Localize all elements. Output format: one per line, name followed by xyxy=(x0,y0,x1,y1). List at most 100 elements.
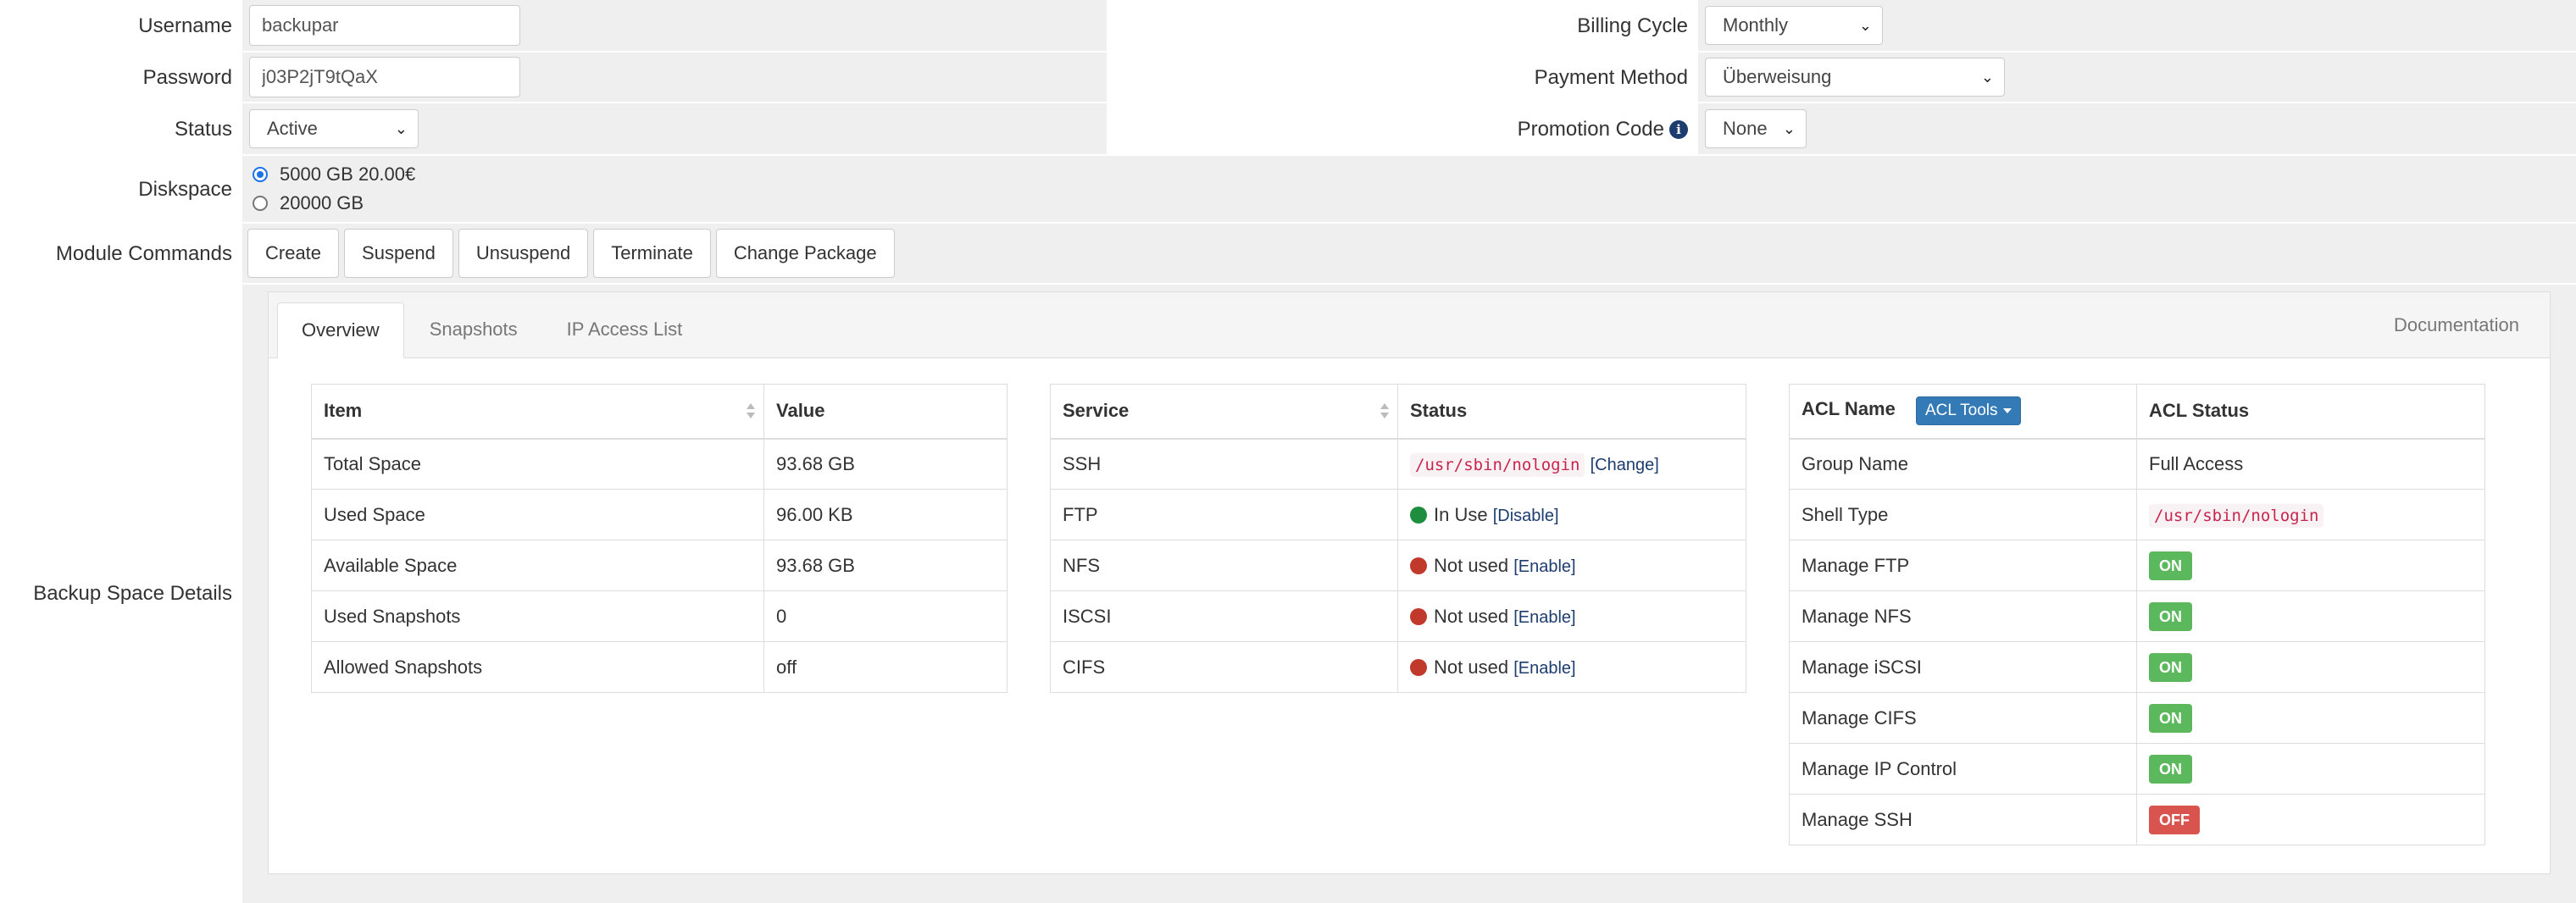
billing-cycle-select[interactable]: Monthly ⌄ xyxy=(1705,6,1883,45)
terminate-button[interactable]: Terminate xyxy=(593,229,711,278)
info-circle-icon[interactable]: i xyxy=(1669,120,1688,139)
table-row: Manage IP Control ON xyxy=(1789,743,2485,795)
diskspace-option-label: 20000 GB xyxy=(280,192,364,213)
module-commands-label: Module Commands xyxy=(0,224,242,285)
acl-status-cell: ON xyxy=(2136,540,2485,591)
shell-path: /usr/sbin/nologin xyxy=(1410,452,1585,477)
shell-path: /usr/sbin/nologin xyxy=(2149,503,2324,528)
enable-link[interactable]: [Enable] xyxy=(1513,608,1575,627)
on-badge[interactable]: ON xyxy=(2149,703,2192,733)
tab-overview[interactable]: Overview xyxy=(277,302,404,358)
status-select[interactable]: Active ⌄ xyxy=(249,109,419,148)
diskspace-cell: 5000 GB 20.00€ 20000 GB xyxy=(242,156,2576,224)
status-value: Active xyxy=(267,118,318,139)
billing-cycle-cell: Monthly ⌄ xyxy=(1698,0,2576,53)
column-header-service[interactable]: Service xyxy=(1050,384,1398,440)
password-input[interactable] xyxy=(249,57,520,97)
service-cell: CIFS xyxy=(1050,641,1398,693)
tab-bar: Overview Snapshots IP Access List Docume… xyxy=(269,292,2550,358)
row-diskspace: Diskspace 5000 GB 20.00€ 20000 GB xyxy=(0,156,2576,224)
backup-space-panel-wrap: Overview Snapshots IP Access List Docume… xyxy=(242,285,2576,903)
item-cell: Used Space xyxy=(311,489,764,540)
status-cell: /usr/sbin/nologin [Change] xyxy=(1397,438,1746,490)
row-password: Password Payment Method Überweisung ⌄ xyxy=(0,53,2576,103)
status-cell: Not used [Enable] xyxy=(1397,540,1746,591)
acl-name-cell: Shell Type xyxy=(1789,489,2137,540)
value-cell: 96.00 KB xyxy=(763,489,1008,540)
change-package-button[interactable]: Change Package xyxy=(715,229,895,278)
payment-method-cell: Überweisung ⌄ xyxy=(1698,53,2576,103)
on-badge[interactable]: ON xyxy=(2149,754,2192,784)
unsuspend-button[interactable]: Unsuspend xyxy=(458,229,589,278)
status-cell: In Use [Disable] xyxy=(1397,489,1746,540)
table-row: Used Space 96.00 KB xyxy=(311,489,1008,540)
value-cell: 0 xyxy=(763,590,1008,642)
diskspace-option[interactable]: 20000 GB xyxy=(249,189,364,218)
table-row: FTP In Use [Disable] xyxy=(1050,489,1746,540)
overview-table: Item Value Total Space 93.68 GB Used Spa… xyxy=(311,384,1008,693)
username-label: Username xyxy=(0,0,242,53)
value-cell: off xyxy=(763,641,1008,693)
enable-link[interactable]: [Enable] xyxy=(1513,557,1575,576)
column-header-value: Value xyxy=(763,384,1008,440)
chevron-down-icon: ⌄ xyxy=(1980,68,1994,86)
acl-status-cell: ON xyxy=(2136,743,2485,795)
column-header-status: Status xyxy=(1397,384,1746,440)
on-badge[interactable]: ON xyxy=(2149,551,2192,580)
value-cell: 93.68 GB xyxy=(763,540,1008,591)
column-header-item[interactable]: Item xyxy=(311,384,764,440)
value-cell: 93.68 GB xyxy=(763,438,1008,490)
acl-status-cell: ON xyxy=(2136,692,2485,744)
create-button[interactable]: Create xyxy=(247,229,340,278)
payment-method-select[interactable]: Überweisung ⌄ xyxy=(1705,58,2005,97)
table-row: Group Name Full Access xyxy=(1789,438,2485,490)
tab-documentation[interactable]: Documentation xyxy=(2394,292,2519,358)
tab-ip-access-list[interactable]: IP Access List xyxy=(543,302,707,357)
acl-status-cell: /usr/sbin/nologin xyxy=(2136,489,2485,540)
tab-snapshots[interactable]: Snapshots xyxy=(406,302,541,357)
promotion-code-label: Promotion Code xyxy=(1517,118,1664,141)
item-cell: Available Space xyxy=(311,540,764,591)
table-header-row: ACL Name ACL Tools ACL Status xyxy=(1789,384,2485,440)
module-commands-cell: Create Suspend Unsuspend Terminate Chang… xyxy=(242,224,2576,285)
off-badge[interactable]: OFF xyxy=(2149,805,2200,834)
service-cell: NFS xyxy=(1050,540,1398,591)
column-header-label: ACL Name xyxy=(1802,398,1896,420)
status-dot-icon xyxy=(1410,557,1427,574)
table-row: Manage SSH OFF xyxy=(1789,794,2485,845)
acl-tools-button[interactable]: ACL Tools xyxy=(1915,396,2021,426)
chevron-down-icon: ⌄ xyxy=(394,119,408,137)
table-row: ISCSI Not used [Enable] xyxy=(1050,590,1746,642)
acl-name-cell: Manage IP Control xyxy=(1789,743,2137,795)
chevron-down-icon: ⌄ xyxy=(1782,119,1796,137)
change-link[interactable]: [Change] xyxy=(1591,456,1659,474)
promotion-code-cell: None ⌄ xyxy=(1698,103,2576,156)
diskspace-option[interactable]: 5000 GB 20.00€ xyxy=(249,160,415,189)
radio-button[interactable] xyxy=(253,196,268,211)
promotion-code-select[interactable]: None ⌄ xyxy=(1705,109,1807,148)
promotion-code-value: None xyxy=(1723,118,1768,139)
on-badge[interactable]: ON xyxy=(2149,652,2192,682)
username-input[interactable] xyxy=(249,5,520,46)
radio-button-checked[interactable] xyxy=(253,167,268,182)
item-cell: Total Space xyxy=(311,438,764,490)
status-cell: Not used [Enable] xyxy=(1397,590,1746,642)
table-row: NFS Not used [Enable] xyxy=(1050,540,1746,591)
row-module-commands: Module Commands Create Suspend Unsuspend… xyxy=(0,224,2576,285)
table-row: Manage CIFS ON xyxy=(1789,692,2485,744)
enable-link[interactable]: [Enable] xyxy=(1513,659,1575,678)
service-cell: ISCSI xyxy=(1050,590,1398,642)
acl-name-cell: Manage NFS xyxy=(1789,590,2137,642)
row-username: Username Billing Cycle Monthly ⌄ xyxy=(0,0,2576,53)
service-cell: SSH xyxy=(1050,438,1398,490)
table-row: Manage iSCSI ON xyxy=(1789,641,2485,693)
status-dot-icon xyxy=(1410,658,1427,676)
backup-space-panel: Overview Snapshots IP Access List Docume… xyxy=(268,291,2551,874)
suspend-button[interactable]: Suspend xyxy=(344,229,453,278)
backup-space-details-label: Backup Space Details xyxy=(0,285,242,903)
on-badge[interactable]: ON xyxy=(2149,601,2192,631)
acl-status-cell: ON xyxy=(2136,590,2485,642)
row-backup-space-details: Backup Space Details Overview Snapshots … xyxy=(0,285,2576,903)
table-row: Available Space 93.68 GB xyxy=(311,540,1008,591)
disable-link[interactable]: [Disable] xyxy=(1493,507,1559,525)
